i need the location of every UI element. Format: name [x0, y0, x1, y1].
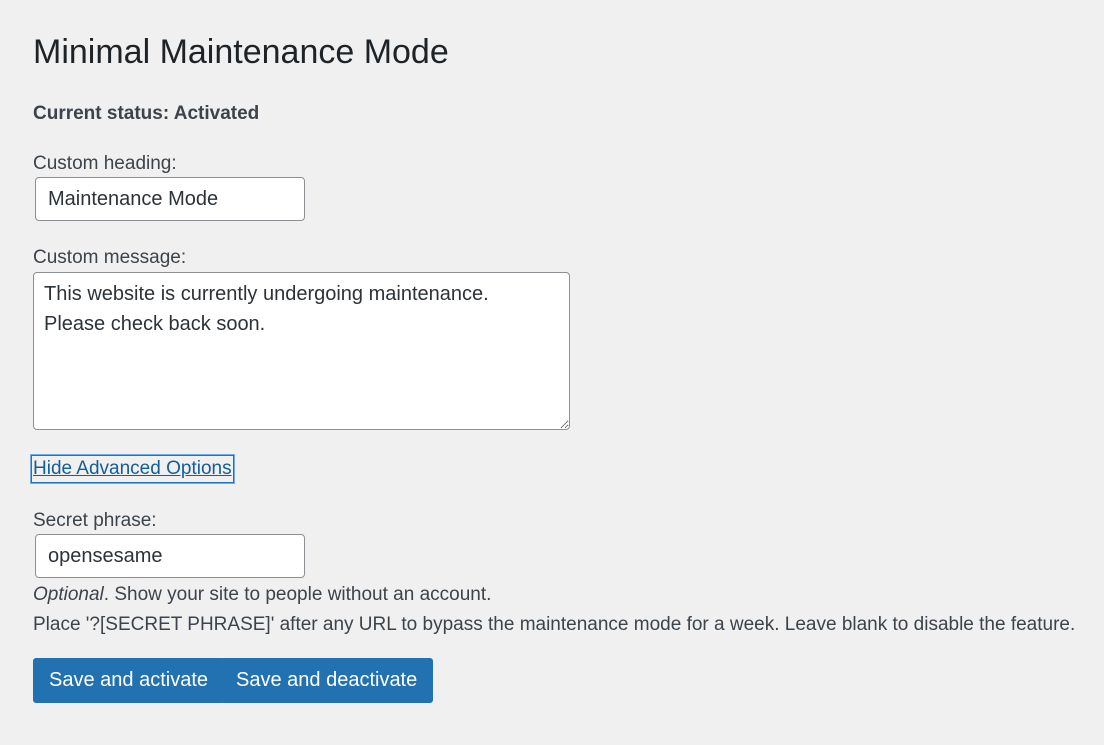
custom-message-textarea[interactable]: This website is currently undergoing mai… [33, 272, 570, 430]
hide-advanced-options-link[interactable]: Hide Advanced Options [31, 455, 234, 483]
secret-phrase-description: Optional. Show your site to people witho… [33, 583, 491, 607]
current-status: Current status: Activated [33, 103, 260, 124]
secret-phrase-description-text: . Show your site to people without an ac… [103, 584, 492, 605]
custom-message-label: Custom message: [33, 247, 187, 268]
save-and-deactivate-button[interactable]: Save and deactivate [220, 658, 434, 703]
save-and-activate-button[interactable]: Save and activate [33, 658, 224, 703]
secret-phrase-input[interactable] [35, 534, 305, 578]
secret-phrase-label: Secret phrase: [33, 510, 157, 531]
custom-heading-label: Custom heading: [33, 153, 177, 174]
page-title: Minimal Maintenance Mode [33, 33, 449, 71]
custom-heading-input[interactable] [35, 177, 305, 221]
secret-phrase-help: Place '?[SECRET PHRASE]' after any URL t… [33, 614, 1076, 635]
optional-label: Optional [33, 584, 104, 605]
